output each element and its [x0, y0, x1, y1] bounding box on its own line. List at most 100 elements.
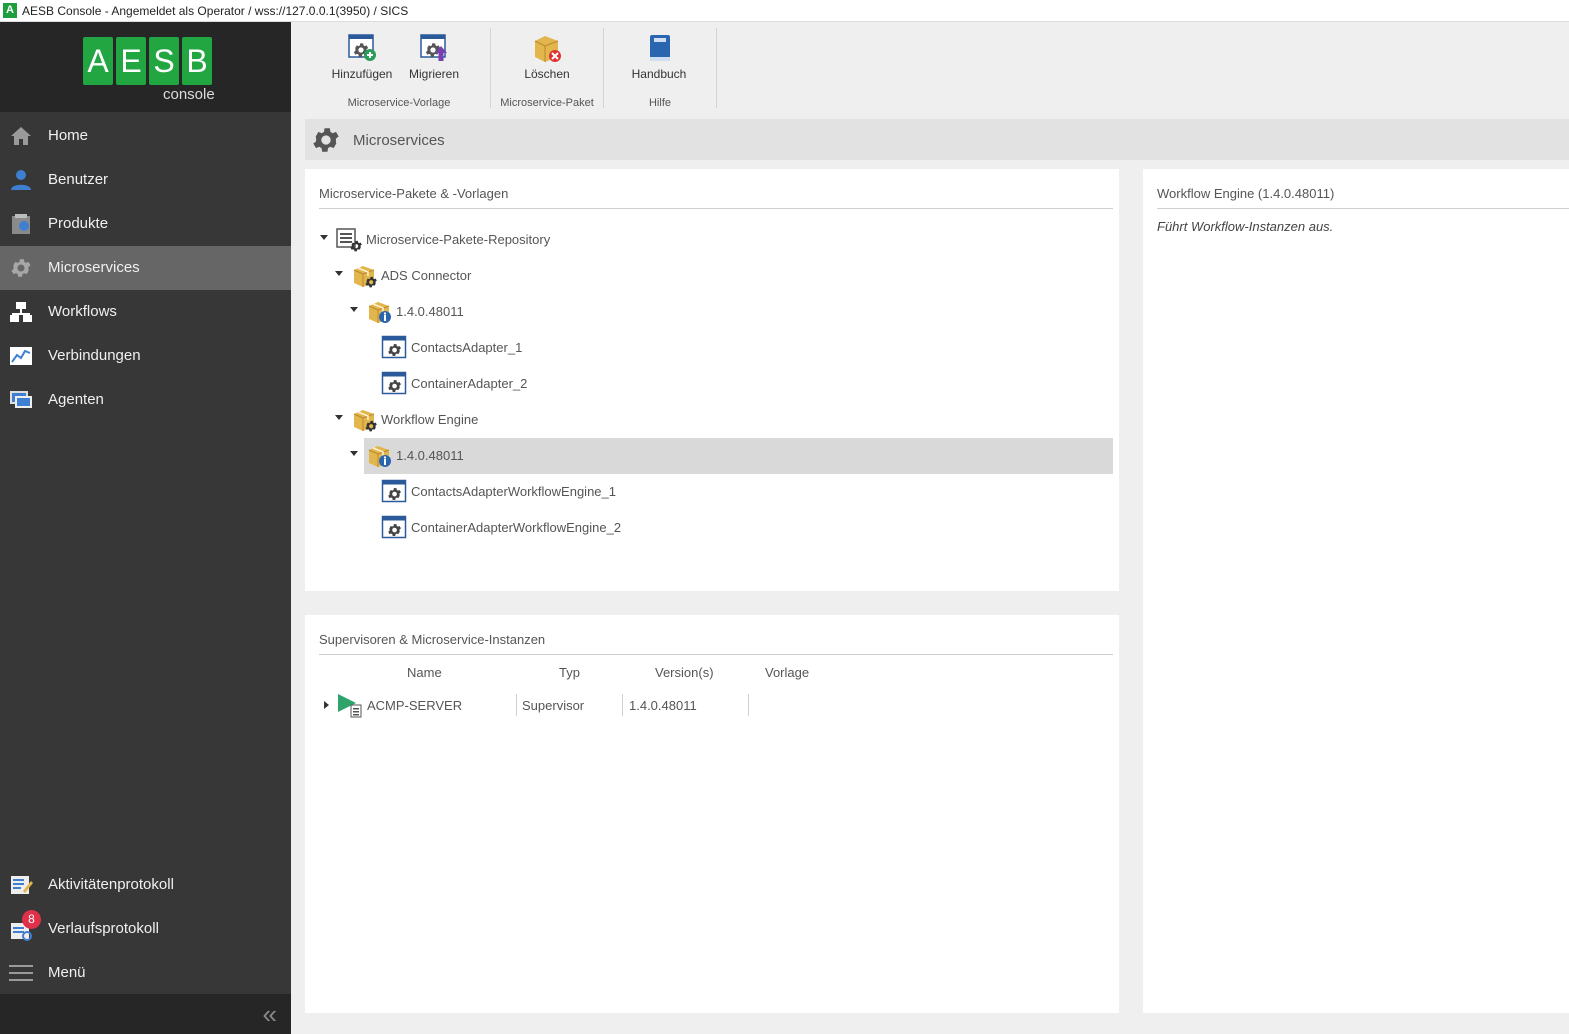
delete-package-icon: [534, 36, 561, 62]
sidebar-item-verbindungen[interactable]: Verbindungen: [0, 334, 291, 378]
tree-node-label: 1.4.0.48011: [396, 304, 464, 319]
tree-node-repository[interactable]: Microservice-Pakete-Repository: [305, 222, 1113, 258]
tree-node-version-selected[interactable]: 1.4.0.48011: [350, 438, 1113, 474]
column-header-type[interactable]: Typ: [559, 665, 580, 680]
cell-versions: 1.4.0.48011: [629, 698, 697, 713]
tree-node-label: ContainerAdapter_2: [411, 376, 528, 391]
sidebar-item-produkte[interactable]: Produkte: [0, 202, 291, 246]
cell-name: ACMP-SERVER: [367, 698, 463, 713]
tree-node-label: Microservice-Pakete-Repository: [366, 232, 551, 247]
sidebar-item-label: Verbindungen: [48, 347, 141, 364]
products-icon: [12, 214, 30, 234]
ribbon-group-label: Hilfe: [648, 97, 671, 109]
sidebar-item-label: Workflows: [48, 303, 117, 320]
sidebar-item-microservices[interactable]: Microservices: [0, 246, 291, 290]
collapse-sidebar-icon[interactable]: «: [263, 1001, 277, 1027]
ribbon-group-label: Microservice-Paket: [500, 97, 594, 109]
workflow-icon: [10, 302, 32, 322]
panel-title: Supervisoren & Microservice-Instanzen: [319, 632, 546, 647]
ribbon-separator: [603, 28, 604, 108]
sidebar-item-label: Home: [48, 127, 89, 144]
hamburger-icon: [9, 965, 33, 981]
activity-log-icon: [11, 876, 33, 894]
ribbon-separator: [490, 28, 491, 108]
column-separator: [516, 694, 517, 716]
version-info-icon: [366, 298, 391, 324]
add-template-icon: [348, 34, 376, 61]
gear-icon: [310, 124, 342, 156]
column-header-versions[interactable]: Version(s): [655, 665, 714, 680]
button-label: Hinzufügen: [331, 67, 393, 81]
migrate-icon: [420, 34, 447, 61]
expand-caret-icon[interactable]: [335, 415, 343, 420]
detail-panel: Workflow Engine (1.4.0.48011) Führt Work…: [1143, 169, 1569, 1013]
column-header-name[interactable]: Name: [407, 665, 442, 680]
template-icon: [381, 370, 407, 396]
delete-package-button[interactable]: Löschen: [517, 30, 577, 90]
tree-node-template[interactable]: ContactsAdapterWorkflowEngine_1: [305, 474, 1113, 510]
tree-node-label: ContactsAdapterWorkflowEngine_1: [411, 484, 616, 499]
column-header-template[interactable]: Vorlage: [765, 665, 809, 680]
app-logo-icon: A: [3, 3, 17, 18]
logo-letter-s: S: [149, 37, 179, 85]
tree-node-template[interactable]: ContainerAdapter_2: [305, 366, 1113, 402]
tree-node-template[interactable]: ContactsAdapter_1: [305, 330, 1113, 366]
expand-caret-icon[interactable]: [324, 701, 329, 709]
logo-letter-b: B: [182, 37, 212, 85]
sidebar-item-benutzer[interactable]: Benutzer: [0, 158, 291, 202]
sidebar-collapse-bar: «: [0, 994, 291, 1034]
button-label: Migrieren: [408, 67, 459, 81]
sidebar-item-menu[interactable]: Menü: [0, 951, 291, 995]
tree-node-label: ContactsAdapter_1: [411, 340, 523, 355]
sidebar-item-aktivitaetenprotokoll[interactable]: Aktivitätenprotokoll: [0, 863, 291, 907]
repository-icon: [336, 228, 362, 252]
logo-letter-a: A: [83, 37, 113, 85]
panel-divider: [319, 208, 1113, 209]
gear-icon: [9, 256, 33, 280]
panel-title: Microservice-Pakete & -Vorlagen: [319, 186, 509, 201]
manual-book-icon: [650, 35, 670, 61]
sidebar-item-label: Verlaufsprotokoll: [48, 920, 159, 937]
tree-node-label: ADS Connector: [381, 268, 472, 283]
detail-description: Führt Workflow-Instanzen aus.: [1157, 219, 1334, 234]
monitor-icon: [10, 391, 32, 408]
ribbon-separator: [716, 28, 717, 108]
packages-panel: Microservice-Pakete & -Vorlagen Microser…: [305, 169, 1119, 591]
button-label: Handbuch: [631, 67, 687, 81]
expand-caret-icon[interactable]: [350, 451, 358, 456]
logo-subtitle: console: [163, 86, 215, 103]
column-separator: [748, 694, 749, 716]
notification-badge: 8: [22, 910, 41, 929]
panel-divider: [319, 654, 1113, 655]
tree-node-package[interactable]: Workflow Engine: [305, 402, 1113, 438]
sidebar-item-label: Benutzer: [48, 171, 109, 188]
expand-caret-icon[interactable]: [350, 307, 358, 312]
page-header: Microservices: [305, 119, 1569, 160]
package-icon: [351, 406, 377, 432]
tree-node-label: Workflow Engine: [381, 412, 479, 427]
page-title: Microservices: [353, 132, 445, 149]
cell-type: Supervisor: [522, 698, 585, 713]
tree-node-package[interactable]: ADS Connector: [305, 258, 1113, 294]
template-icon: [381, 478, 407, 504]
expand-caret-icon[interactable]: [320, 235, 328, 240]
migrate-button[interactable]: Migrieren: [404, 30, 464, 90]
sidebar-item-home[interactable]: Home: [0, 114, 291, 158]
table-row[interactable]: ACMP-SERVER Supervisor 1.4.0.48011: [305, 691, 1113, 719]
logo-letter-e: E: [116, 37, 146, 85]
sidebar-item-label: Aktivitätenprotokoll: [48, 876, 174, 893]
ribbon-group-label: Microservice-Vorlage: [347, 97, 451, 109]
logo: A E S B console: [0, 22, 291, 112]
tree-node-template[interactable]: ContainerAdapterWorkflowEngine_2: [305, 510, 1113, 546]
sidebar-item-verlaufsprotokoll[interactable]: 8 Verlaufsprotokoll: [0, 907, 291, 951]
expand-caret-icon[interactable]: [335, 271, 343, 276]
manual-button[interactable]: Handbuch: [629, 30, 689, 90]
tree-node-version[interactable]: 1.4.0.48011: [305, 294, 1113, 330]
user-icon: [11, 170, 31, 190]
sidebar-item-agenten[interactable]: Agenten: [0, 378, 291, 422]
sidebar-item-workflows[interactable]: Workflows: [0, 290, 291, 334]
button-label: Löschen: [524, 67, 570, 81]
home-icon: [11, 127, 31, 145]
sidebar-item-label: Menü: [48, 964, 86, 981]
add-template-button[interactable]: Hinzufügen: [329, 30, 395, 90]
